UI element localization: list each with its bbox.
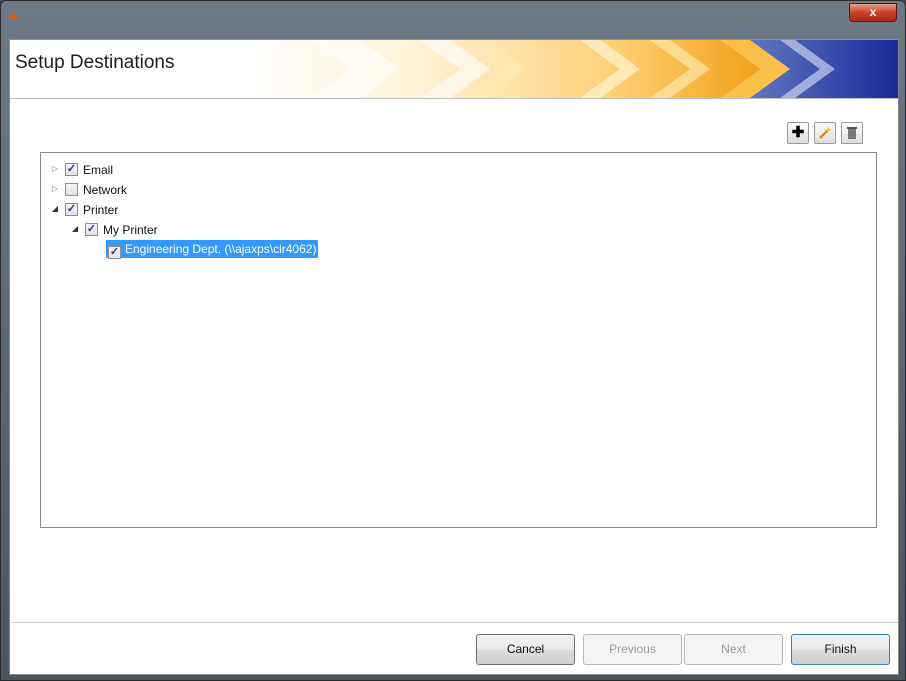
magic-wand-icon: [819, 126, 832, 139]
engineering-dept-checkbox[interactable]: ✓: [108, 246, 121, 259]
expand-arrow-icon[interactable]: ▷: [50, 180, 60, 198]
tree-node-label: Network: [83, 183, 128, 197]
title-bar[interactable]: ✦ x: [1, 1, 905, 39]
printer-checkbox[interactable]: ✓: [65, 203, 78, 216]
collapse-arrow-icon[interactable]: ◢: [50, 200, 60, 218]
tree-node-label: My Printer: [103, 223, 158, 237]
tree-node-label: Engineering Dept. (\\ajaxps\clr4062): [125, 242, 317, 256]
expand-arrow-icon[interactable]: ▷: [50, 160, 60, 178]
collapse-arrow-icon[interactable]: ◢: [70, 220, 80, 238]
delete-destination-button[interactable]: [841, 122, 863, 144]
email-checkbox[interactable]: ✓: [65, 163, 78, 176]
cancel-button[interactable]: Cancel: [476, 634, 575, 665]
app-logo-icon: ✦: [7, 9, 20, 26]
next-button[interactable]: Next: [684, 634, 783, 665]
finish-button[interactable]: Finish: [791, 634, 890, 665]
header-banner-arrows: [250, 40, 898, 98]
plus-icon: ✚: [791, 124, 805, 141]
footer-divider: [10, 622, 898, 623]
my-printer-checkbox[interactable]: ✓: [85, 223, 98, 236]
previous-button[interactable]: Previous: [583, 634, 682, 665]
close-button[interactable]: x: [849, 3, 897, 22]
add-destination-button[interactable]: ✚: [787, 122, 809, 144]
tree-node-label: Printer: [83, 203, 119, 217]
wizard-header: Setup Destinations: [10, 40, 898, 99]
edit-destination-button[interactable]: [814, 122, 836, 144]
setup-wizard-window: ✦ x Setup Destinations ✚ ▷ ✓ Email ▷ Net…: [0, 0, 906, 681]
page-title: Setup Destinations: [15, 52, 175, 73]
network-checkbox[interactable]: [65, 183, 78, 196]
wizard-content: Setup Destinations ✚ ▷ ✓ Email ▷ Network…: [9, 39, 899, 675]
tree-node-label: Email: [83, 163, 114, 177]
selected-item-highlight: ✓ Engineering Dept. (\\ajaxps\clr4062): [106, 240, 319, 259]
trash-icon: [847, 127, 857, 139]
tree-node-engineering-dept[interactable]: ✓ Engineering Dept. (\\ajaxps\clr4062): [106, 240, 319, 259]
destinations-tree[interactable]: ▷ ✓ Email ▷ Network ◢ ✓ Printer ◢ ✓ My P…: [40, 152, 877, 528]
